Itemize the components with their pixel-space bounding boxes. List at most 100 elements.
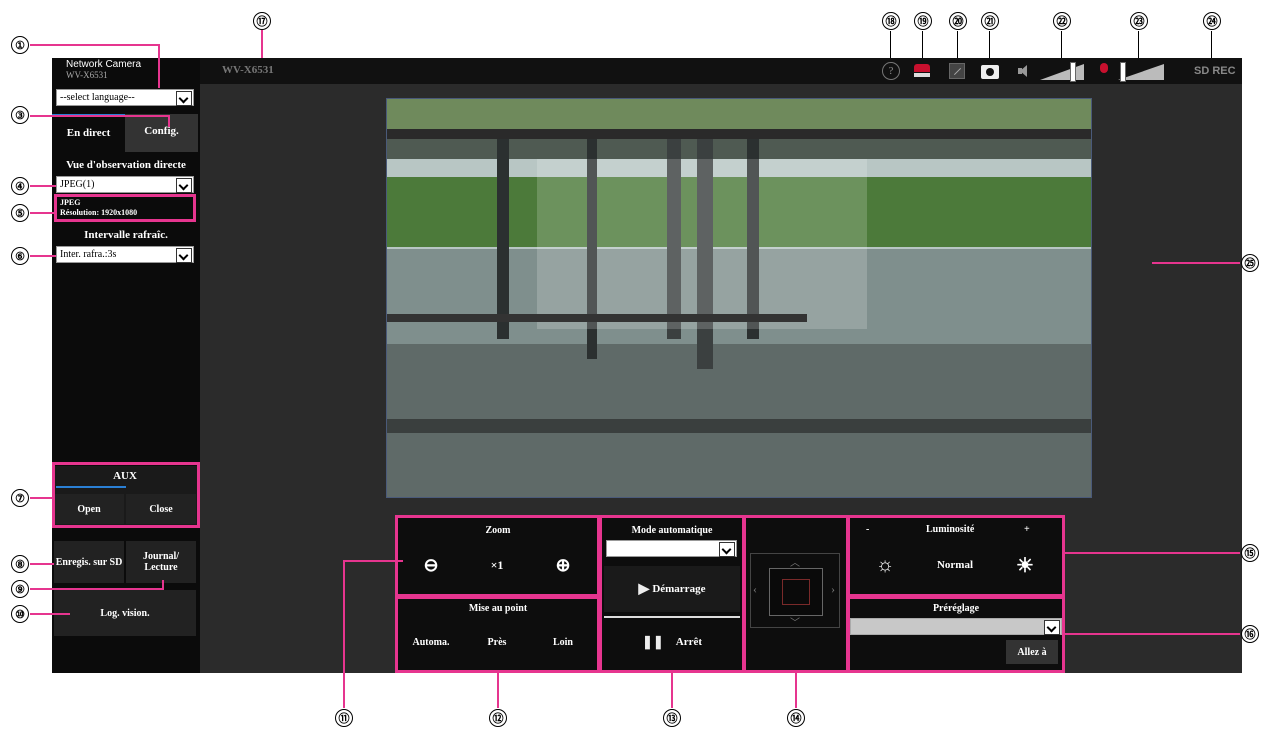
leader-11-v — [343, 560, 345, 708]
leader-21 — [989, 31, 990, 58]
chevron-down-icon — [176, 178, 192, 193]
language-select-value: --select language-- — [60, 92, 135, 103]
refresh-select-value: Inter. rafra.:3s — [60, 249, 117, 260]
highlight-stream-info — [54, 194, 196, 222]
refresh-heading: Intervalle rafraîc. — [84, 229, 168, 241]
help-icon[interactable]: ? — [882, 62, 900, 80]
callout-21: ㉑ — [981, 12, 999, 30]
microphone-head — [1100, 63, 1108, 73]
leader-1-h — [30, 44, 160, 46]
highlight-brightness — [847, 515, 1065, 597]
leader-16 — [1065, 633, 1240, 635]
leader-20 — [957, 31, 958, 58]
refresh-select[interactable]: Inter. rafra.:3s — [56, 246, 194, 263]
leader-23 — [1138, 31, 1139, 58]
log-view-button[interactable]: Log. vision. — [54, 590, 196, 636]
leader-11-h — [343, 560, 403, 562]
speaker-volume-slider[interactable] — [1040, 62, 1084, 82]
callout-7: ⑦ — [11, 489, 29, 507]
log-playback-label-1: Journal/ — [142, 551, 180, 562]
alarm-light — [914, 64, 930, 72]
leader-12 — [497, 673, 499, 708]
leader-3-v — [168, 115, 170, 127]
volume-ramp — [1040, 64, 1084, 80]
volume-handle[interactable] — [1070, 62, 1076, 82]
tab-setup[interactable]: Config. — [125, 114, 198, 152]
callout-23: ㉓ — [1130, 12, 1148, 30]
log-playback-label-2: Lecture — [144, 562, 178, 573]
callout-9: ⑨ — [11, 580, 29, 598]
leader-13 — [671, 673, 673, 708]
callout-22: ㉒ — [1053, 12, 1071, 30]
leader-14 — [795, 673, 797, 708]
leader-1-v — [158, 44, 160, 88]
leader-15 — [1065, 552, 1240, 554]
highlight-auto-mode — [599, 515, 745, 673]
leader-10 — [30, 613, 70, 615]
highlight-aux — [52, 462, 200, 528]
callout-17: ⑰ — [253, 12, 271, 30]
callout-16: ⑯ — [1241, 625, 1259, 643]
tab-setup-label: Config. — [144, 125, 179, 137]
callout-15: ⑮ — [1241, 544, 1259, 562]
sd-record-button[interactable]: Enregis. sur SD — [54, 541, 124, 583]
leader-25 — [1152, 262, 1240, 264]
callout-1: ① — [11, 36, 29, 54]
callout-6: ⑥ — [11, 247, 29, 265]
snapshot-lens — [986, 68, 994, 76]
callout-11: ⑪ — [335, 709, 353, 727]
stream-select-value: JPEG(1) — [60, 179, 95, 190]
callout-3: ③ — [11, 106, 29, 124]
callout-5: ⑤ — [11, 204, 29, 222]
chevron-down-icon — [176, 91, 192, 106]
callout-18: ⑱ — [882, 12, 900, 30]
tab-live[interactable]: En direct — [52, 114, 125, 152]
leader-6 — [30, 255, 56, 257]
stream-select[interactable]: JPEG(1) — [56, 176, 194, 193]
leader-7 — [30, 497, 52, 499]
log-playback-button[interactable]: Journal/ Lecture — [126, 541, 196, 583]
tab-live-label: En direct — [66, 127, 111, 139]
camera-model-small: WV-X6531 — [66, 70, 108, 80]
callout-10: ⑩ — [11, 605, 29, 623]
alarm-icon[interactable] — [914, 64, 930, 78]
top-toolbar — [200, 58, 1242, 84]
camera-title: Network Camera — [66, 59, 142, 70]
callout-14: ⑭ — [787, 709, 805, 727]
alarm-base — [914, 73, 930, 77]
callout-20: ⑳ — [949, 12, 967, 30]
highlight-preset — [847, 596, 1065, 673]
callout-4: ④ — [11, 177, 29, 195]
leader-18 — [890, 31, 891, 58]
live-image[interactable] — [386, 98, 1092, 498]
speaker-icon[interactable] — [1018, 64, 1028, 78]
highlight-focus — [395, 596, 600, 673]
leader-9-v — [162, 580, 164, 590]
chevron-down-icon — [176, 248, 192, 263]
leader-17 — [261, 30, 263, 58]
fullscreen-arrow — [953, 67, 962, 76]
mic-volume-handle[interactable] — [1120, 62, 1126, 82]
microphone-volume-slider[interactable] — [1118, 62, 1164, 82]
leader-3-h — [30, 115, 170, 117]
leader-4 — [30, 185, 56, 187]
callout-19: ⑲ — [914, 12, 932, 30]
leader-9-h — [30, 588, 164, 590]
callout-25: ㉕ — [1241, 254, 1259, 272]
live-image-scene — [387, 99, 1091, 497]
language-select[interactable]: --select language-- — [56, 89, 194, 106]
fullscreen-icon[interactable] — [949, 63, 965, 79]
camera-snapshot-icon[interactable] — [981, 65, 999, 79]
sd-rec-status: SD REC — [1194, 65, 1236, 77]
leader-19 — [922, 31, 923, 58]
highlight-ptz — [743, 515, 849, 673]
microphone-icon[interactable] — [1098, 63, 1110, 79]
stream-heading: Vue d'observation directe — [66, 159, 186, 171]
leader-22 — [1061, 31, 1062, 58]
callout-24: ㉔ — [1203, 12, 1221, 30]
callout-13: ⑬ — [663, 709, 681, 727]
highlight-zoom — [395, 515, 600, 597]
leader-5 — [30, 212, 54, 214]
speaker-cone — [1020, 65, 1027, 77]
callout-12: ⑫ — [489, 709, 507, 727]
